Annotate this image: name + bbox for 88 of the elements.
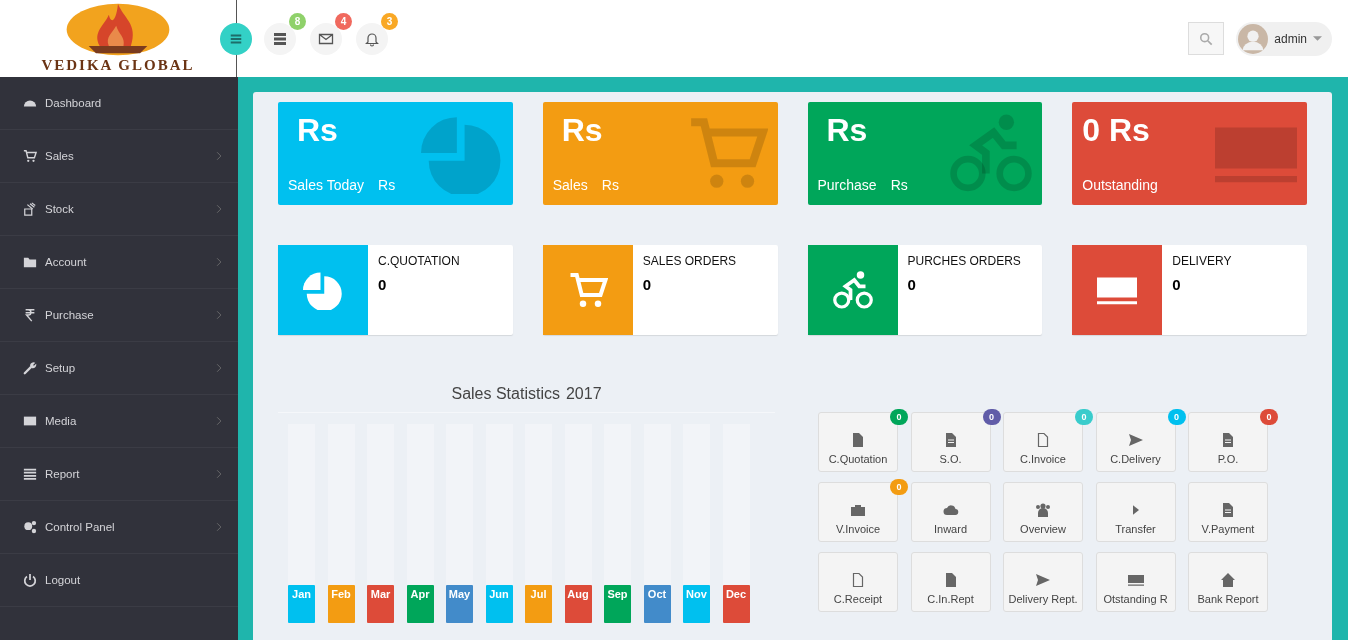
- month-label: Oct: [643, 585, 671, 623]
- count-badge: 0: [1260, 409, 1278, 425]
- bicycle-icon: [832, 270, 873, 310]
- stat-label: Outstanding: [1082, 177, 1158, 193]
- stat-value: Rs: [825, 112, 869, 149]
- stat-value: Rs: [296, 112, 339, 149]
- shortcut-button[interactable]: C.Quotation: [818, 412, 898, 472]
- count-badge: 0: [890, 479, 908, 495]
- month-label: Jan: [288, 585, 315, 623]
- shortcut-button[interactable]: Delivery Rept.: [1003, 552, 1083, 612]
- rupee-icon: [23, 308, 37, 322]
- cart-icon: [23, 149, 37, 163]
- bicycle-icon: [950, 112, 1033, 194]
- folder-icon: [23, 255, 37, 269]
- count-badge: 8: [289, 12, 306, 30]
- count-badge: 4: [335, 12, 352, 30]
- shortcut-button[interactable]: C.Invoice: [1003, 412, 1083, 472]
- stat-value: Rs: [560, 112, 604, 149]
- bell-icon: [364, 30, 380, 47]
- stat-amount: Rs: [378, 177, 396, 193]
- power-icon: [23, 573, 37, 587]
- wrench-icon: [23, 361, 37, 375]
- document-icon: [1220, 432, 1236, 448]
- count-badge: 0: [890, 409, 908, 425]
- pie-chart-icon: [303, 270, 343, 310]
- send-icon: [1035, 572, 1051, 588]
- count-badge: 0: [1075, 409, 1093, 425]
- users-icon: [1035, 502, 1051, 518]
- chart-year: 2017: [565, 385, 602, 403]
- file-icon: [850, 572, 866, 588]
- month-label: Jun: [485, 585, 513, 623]
- count-badge: 0: [1167, 409, 1186, 425]
- info-label: C.QUOTATION: [378, 254, 460, 268]
- user-menu-button[interactable]: admin: [1236, 21, 1332, 56]
- info-label: SALES ORDERS: [642, 254, 737, 268]
- stat-value: 0 Rs: [1082, 112, 1151, 149]
- info-label: DELIVERY: [1172, 254, 1232, 268]
- stack-icon: [23, 202, 37, 216]
- shortcut-button[interactable]: Otstanding R: [1095, 552, 1176, 612]
- stat-label: Sales Today: [288, 177, 364, 193]
- month-label: Sep: [604, 585, 631, 623]
- document-icon: [1220, 502, 1236, 518]
- send-icon: [1127, 432, 1144, 448]
- shortcut-button[interactable]: Bank Report: [1188, 552, 1268, 612]
- menu-toggle-button[interactable]: [220, 22, 252, 55]
- count-badge: 0: [982, 409, 1001, 425]
- server-icon: [272, 30, 288, 47]
- search-icon: [1199, 31, 1214, 46]
- avatar-icon: [1238, 23, 1269, 54]
- shortcut-button[interactable]: C.In.Rept: [910, 552, 991, 612]
- shortcut-button[interactable]: V.Payment: [1188, 482, 1268, 542]
- count-badge: 3: [381, 12, 398, 30]
- shortcut-button[interactable]: Inward: [910, 482, 991, 542]
- stat-amount: Rs: [890, 177, 908, 193]
- month-label: Jul: [525, 585, 552, 623]
- stat-label: Purchase: [817, 177, 877, 193]
- chart-title: Sales Statistics: [451, 385, 560, 403]
- shortcut-button[interactable]: P.O.: [1188, 412, 1268, 472]
- notification-button[interactable]: [264, 22, 296, 55]
- home-icon: [1220, 572, 1236, 588]
- caret-icon: [1313, 36, 1322, 41]
- month-label: May: [446, 585, 473, 623]
- info-value: 0: [907, 276, 917, 293]
- shortcut-button[interactable]: Transfer: [1095, 482, 1176, 542]
- info-value: 0: [1172, 276, 1182, 293]
- logo-text: VEDIKA GLOBAL: [41, 57, 195, 74]
- info-value: 0: [642, 276, 653, 293]
- notification-button[interactable]: [356, 22, 388, 55]
- month-label: Feb: [327, 585, 355, 623]
- file-icon: [850, 432, 866, 448]
- month-label: Nov: [683, 585, 710, 623]
- file-icon: [1035, 432, 1051, 448]
- stat-amount: Rs: [601, 177, 619, 193]
- month-label: Mar: [367, 585, 394, 623]
- shortcut-button[interactable]: Overview: [1003, 482, 1083, 542]
- shortcut-button[interactable]: V.Invoice: [818, 482, 898, 542]
- month-label: Apr: [406, 585, 434, 623]
- briefcase-icon: [850, 502, 866, 518]
- info-label: PURCHES ORDERS: [907, 254, 1021, 268]
- cloud-download-icon: [942, 502, 959, 518]
- stat-label: Sales: [552, 177, 588, 193]
- caret-icon: [1132, 505, 1139, 515]
- info-value: 0: [378, 276, 388, 293]
- month-label: Dec: [722, 585, 750, 623]
- list-icon: [23, 467, 37, 481]
- shortcut-button[interactable]: C.Receipt: [818, 552, 898, 612]
- notification-button[interactable]: [310, 22, 342, 55]
- month-label: Aug: [564, 585, 592, 623]
